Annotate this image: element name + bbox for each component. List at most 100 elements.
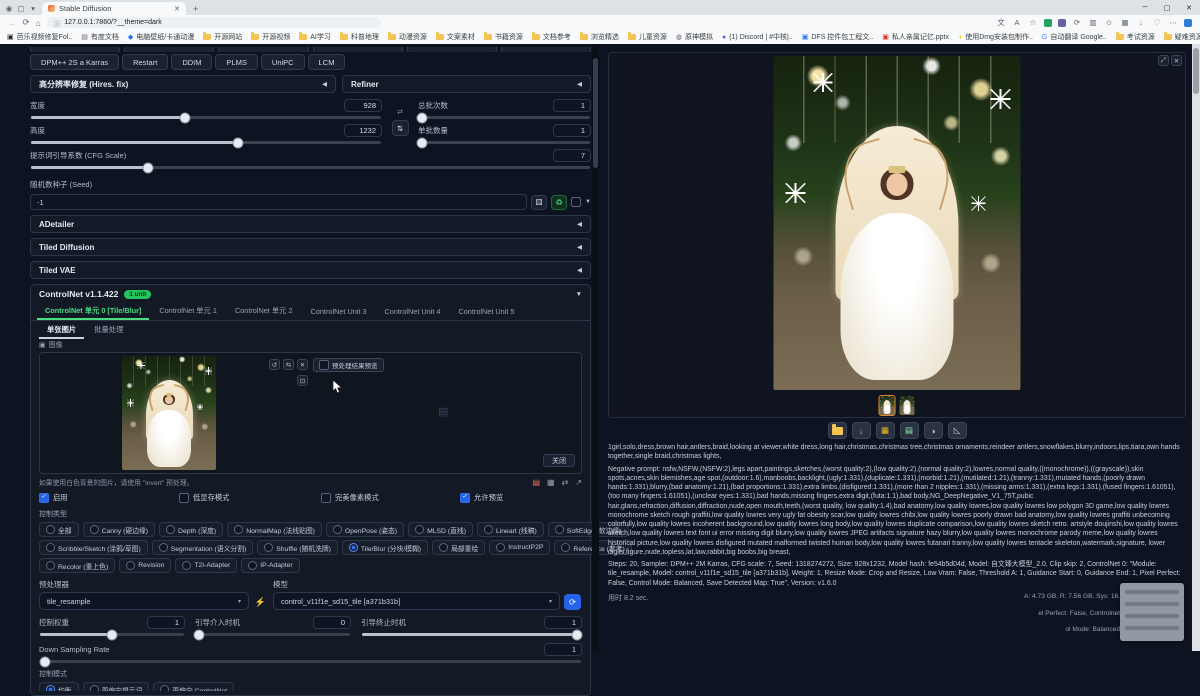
downloads-icon[interactable]: ↓ xyxy=(1136,18,1146,27)
extension-badge-green-icon[interactable] xyxy=(1044,19,1052,27)
checkbox-option[interactable]: 启用 xyxy=(39,493,179,503)
bookmark-item[interactable]: ▣DFS 控件包工程文.. xyxy=(802,32,873,42)
new-tab-button[interactable]: + xyxy=(193,4,198,14)
tiled-vae-accordion[interactable]: Tiled VAE ◀ xyxy=(30,261,591,279)
random-seed-button[interactable]: ⚄ xyxy=(531,195,547,210)
guidance-end-slider[interactable] xyxy=(362,633,581,636)
controlnet-unit-tab[interactable]: ControlNet 单元 0 [Tile/Blur] xyxy=(37,303,149,320)
address-bar[interactable]: ⓘ 127.0.0.1:7860/?__theme=dark xyxy=(47,17,381,28)
back-icon[interactable]: ← xyxy=(8,18,17,28)
bookmark-item[interactable]: 文档参考 xyxy=(532,32,571,42)
width-slider[interactable] xyxy=(31,116,381,119)
collections-icon[interactable]: ✩ xyxy=(1104,18,1114,27)
gallery-thumbnail[interactable] xyxy=(900,396,915,415)
extensions-icon[interactable]: ▦ xyxy=(1120,18,1130,27)
bookmark-item[interactable]: 开源视频 xyxy=(251,32,290,42)
mirror-webcam-icon[interactable]: ⇄ xyxy=(562,478,569,487)
height-slider[interactable] xyxy=(31,141,381,144)
radio-option[interactable]: Canny (硬边缘) xyxy=(83,522,155,537)
translate-icon[interactable]: 文 xyxy=(996,17,1006,28)
controlnet-unit-tab[interactable]: ControlNet 单元 2 xyxy=(227,303,301,320)
radio-option[interactable]: Segmentation (语义分割) xyxy=(152,540,254,555)
send-dimensions-icon[interactable]: ↗ xyxy=(575,478,582,487)
send-to-extras-button[interactable]: ◺ xyxy=(948,422,967,439)
new-canvas-icon[interactable]: ▤ xyxy=(532,478,540,487)
radio-option[interactable]: 局部重绘 xyxy=(432,540,485,555)
adjust-image-icon[interactable]: ⇆ xyxy=(283,359,294,370)
read-aloud-icon[interactable]: A xyxy=(1012,18,1022,27)
save-zip-button[interactable]: ▦ xyxy=(876,422,895,439)
extra-seed-checkbox[interactable] xyxy=(571,197,581,207)
run-preprocessor-button[interactable]: ⚡ xyxy=(253,594,268,610)
bookmark-item[interactable]: G自动翻译 Google.. xyxy=(1042,32,1107,42)
sampler-button[interactable]: DDIM xyxy=(171,54,212,70)
radio-option[interactable]: NormalMap (法线贴图) xyxy=(227,522,322,537)
radio-option[interactable]: MLSD (直线) xyxy=(408,522,473,537)
fullscreen-icon[interactable]: ⤢ xyxy=(1158,55,1169,66)
radio-option[interactable]: Revision xyxy=(119,558,171,573)
bookmark-item[interactable]: ◆电脑壁纸/卡通动漫 xyxy=(128,32,194,42)
seed-menu-icon[interactable]: ▼ xyxy=(585,199,591,205)
tab-search-icon[interactable]: ▾ xyxy=(28,4,38,13)
radio-option[interactable]: Lineart (线稿) xyxy=(477,522,544,537)
cfg-slider[interactable] xyxy=(31,166,590,169)
scrollbar-thumb[interactable] xyxy=(1193,48,1199,94)
browser-tab[interactable]: Stable Diffusion ✕ xyxy=(42,2,186,15)
sampler-button[interactable]: LCM xyxy=(308,54,346,70)
save-image-button[interactable]: ↓ xyxy=(852,422,871,439)
downsampling-slider[interactable] xyxy=(40,660,581,663)
bookmark-item[interactable]: ◖使用Dmg安装包制作.. xyxy=(958,32,1033,42)
controlnet-input-image[interactable] xyxy=(122,356,216,470)
weight-input[interactable]: 1 xyxy=(147,616,185,629)
radio-option[interactable]: OpenPose (姿态) xyxy=(326,522,404,537)
tab-close-icon[interactable]: ✕ xyxy=(174,5,180,13)
batch-count-input[interactable]: 1 xyxy=(553,99,591,112)
home-icon[interactable]: ⌂ xyxy=(36,18,41,28)
radio-option[interactable]: Scribble/Sketch (涂鸦/草图) xyxy=(39,540,148,555)
favorite-this-page-icon[interactable]: ☆ xyxy=(1028,18,1038,27)
radio-option[interactable]: InstructP2P xyxy=(489,540,550,555)
guidance-start-slider[interactable] xyxy=(196,633,350,636)
bookmark-item[interactable]: 科普地理 xyxy=(340,32,379,42)
batch-size-slider[interactable] xyxy=(419,141,590,144)
bookmark-item[interactable]: ▤有度文档 xyxy=(81,32,119,42)
controlnet-unit-tab[interactable]: ControlNet Unit 4 xyxy=(377,303,449,320)
bookmark-item[interactable]: 考试资源 xyxy=(1116,32,1155,42)
batch-size-input[interactable]: 1 xyxy=(553,124,591,137)
panel-scrollbar[interactable] xyxy=(592,44,599,651)
scrollbar-thumb[interactable] xyxy=(593,58,598,168)
radio-option[interactable]: Shuffle (随机洗牌) xyxy=(257,540,338,555)
radio-option[interactable]: 全部 xyxy=(39,522,79,537)
model-dropdown[interactable]: control_v11f1e_sd15_tile [a371b31b] ▾ xyxy=(273,592,560,610)
guidance-start-input[interactable]: 0 xyxy=(313,616,351,629)
radio-option[interactable]: Recolor (重上色) xyxy=(39,558,115,573)
radio-option[interactable]: IP-Adapter xyxy=(241,558,300,573)
copilot-icon[interactable] xyxy=(1184,19,1192,27)
adetailer-accordion[interactable]: ADetailer ◀ xyxy=(30,215,591,233)
send-to-inpaint-button[interactable]: ◑ xyxy=(924,422,943,439)
controlnet-unit-tab[interactable]: ControlNet Unit 5 xyxy=(450,303,522,320)
gallery-thumbnail-selected[interactable] xyxy=(880,396,895,415)
guidance-end-input[interactable]: 1 xyxy=(544,616,582,629)
batch-count-slider[interactable] xyxy=(419,116,590,119)
radio-option[interactable]: T2I-Adapter xyxy=(175,558,237,573)
close-preview-button[interactable]: 关闭 xyxy=(543,454,575,467)
extension-badge-purple-icon[interactable] xyxy=(1058,19,1066,27)
bookmark-item[interactable]: 儿童资源 xyxy=(628,32,667,42)
preprocessor-dropdown[interactable]: tile_resample ▾ xyxy=(39,592,249,610)
checkbox-option[interactable]: 完美像素模式 xyxy=(321,493,460,503)
close-button[interactable]: ✕ xyxy=(1178,0,1200,15)
clear-image-icon[interactable]: ✕ xyxy=(297,359,308,370)
downsampling-input[interactable]: 1 xyxy=(544,643,582,656)
refresh-models-button[interactable]: ⟳ xyxy=(564,594,581,610)
bookmark-item[interactable]: 书籍资源 xyxy=(484,32,523,42)
checkbox-option[interactable]: 允许预览 xyxy=(460,493,582,503)
controlnet-image-dropzone[interactable]: ↺⇆✕ ⊡ 预处理结果预览 ▤ 关闭 xyxy=(39,352,582,474)
split-screen-icon[interactable]: ▥ xyxy=(1088,18,1098,27)
radio-option[interactable]: 均衡 xyxy=(39,682,79,691)
expand-image-button[interactable]: ⊡ xyxy=(297,375,308,386)
height-input[interactable]: 1232 xyxy=(344,124,382,137)
cfg-input[interactable]: 7 xyxy=(553,149,591,162)
bookmark-item[interactable]: AI学习 xyxy=(299,32,331,42)
controlnet-subtab[interactable]: 单张图片 xyxy=(39,322,84,339)
